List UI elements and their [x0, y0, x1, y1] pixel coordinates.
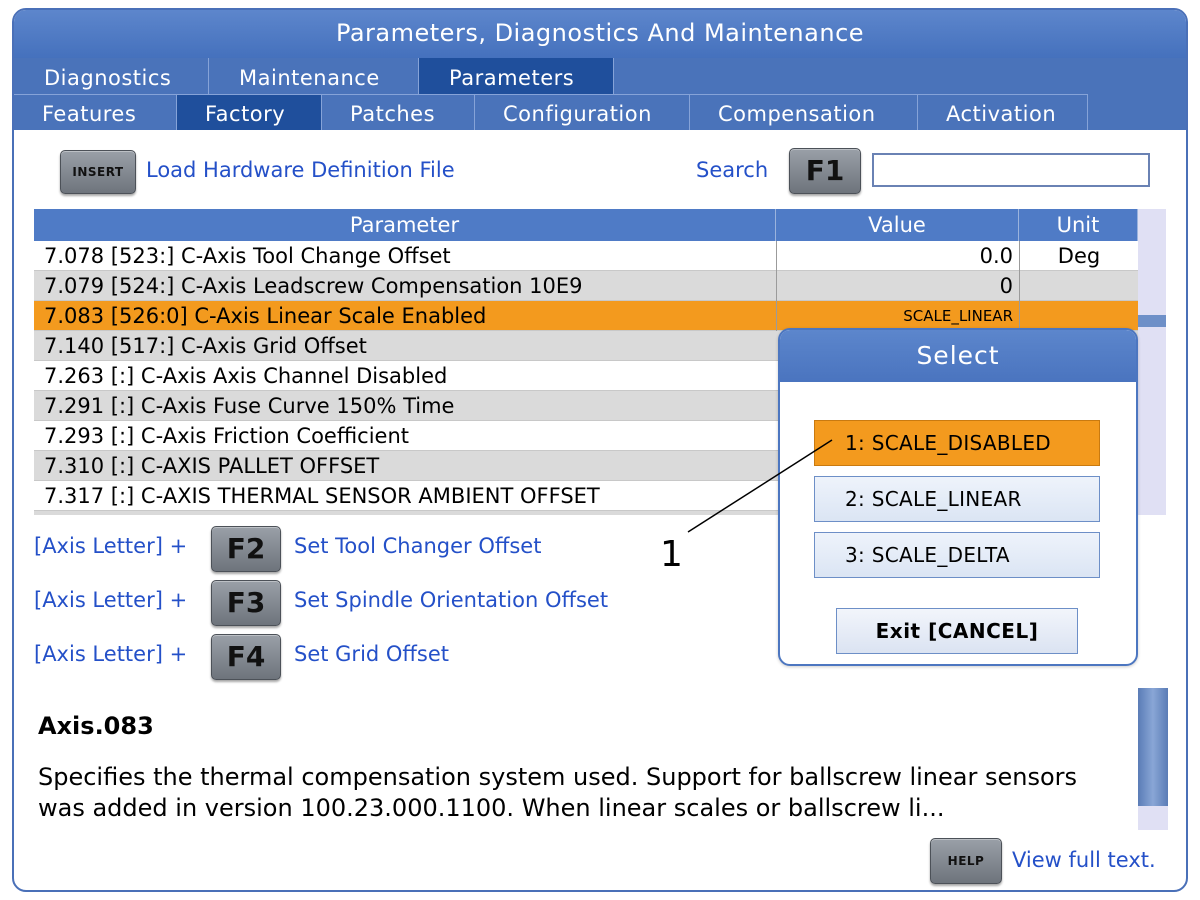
parameters-window: Parameters, Diagnostics And Maintenance …	[12, 8, 1188, 892]
annotation-leader-line	[687, 439, 833, 533]
annotation-label: 1	[660, 534, 683, 575]
